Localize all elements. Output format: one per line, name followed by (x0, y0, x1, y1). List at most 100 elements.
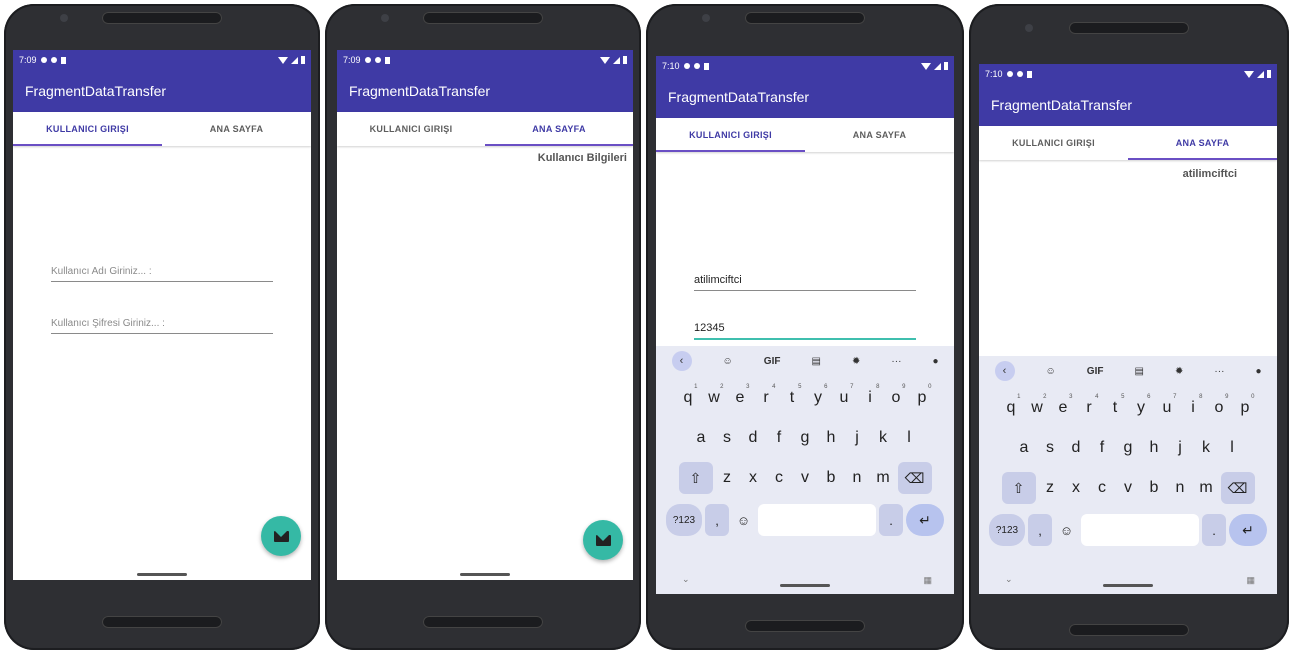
key-n[interactable]: n (846, 462, 869, 494)
shift-icon[interactable]: ⇧ (678, 462, 713, 494)
key-c[interactable]: c (768, 462, 791, 494)
key-r[interactable]: r4 (755, 382, 778, 414)
sticker-icon[interactable]: ☺ (1046, 366, 1056, 377)
key-s[interactable]: s (1039, 432, 1062, 464)
key-d[interactable]: d (742, 422, 765, 454)
tab-home[interactable]: ANA SAYFA (485, 112, 633, 146)
send-fab[interactable] (261, 516, 301, 556)
gif-button[interactable]: GIF (764, 356, 781, 367)
space-key[interactable] (758, 504, 876, 536)
more-button[interactable]: ··· (891, 356, 901, 367)
gif-button[interactable]: GIF (1087, 366, 1104, 377)
tab-home[interactable]: ANA SAYFA (805, 118, 954, 152)
more-button[interactable]: ··· (1214, 366, 1224, 377)
key-t[interactable]: t5 (1104, 392, 1127, 424)
key-o[interactable]: o9 (885, 382, 908, 414)
tab-home[interactable]: ANA SAYFA (1128, 126, 1277, 160)
chevron-down-icon[interactable]: ⌄ (682, 574, 690, 585)
key-e[interactable]: e3 (1052, 392, 1075, 424)
username-field[interactable]: atilimciftci (694, 274, 916, 291)
tab-home[interactable]: ANA SAYFA (162, 112, 311, 146)
symbols-key[interactable]: ?123 (989, 514, 1025, 546)
clipboard-icon[interactable]: ▤ (1135, 366, 1144, 377)
key-l[interactable]: l (1221, 432, 1244, 464)
emoji-icon[interactable]: ☺ (732, 504, 755, 536)
chevron-left-icon[interactable]: ‹ (671, 351, 692, 371)
password-field[interactable]: 12345 (694, 322, 916, 340)
backspace-icon[interactable]: ⌫ (897, 462, 932, 494)
tab-login[interactable]: KULLANICI GIRIŞI (337, 112, 485, 146)
key-w[interactable]: w2 (703, 382, 726, 414)
key-v[interactable]: v (1117, 472, 1140, 504)
tab-login[interactable]: KULLANICI GIRIŞI (656, 118, 805, 152)
key-c[interactable]: c (1091, 472, 1114, 504)
clipboard-icon[interactable]: ▤ (812, 356, 821, 367)
key-m[interactable]: m (872, 462, 895, 494)
send-fab[interactable] (583, 520, 623, 560)
enter-icon[interactable]: ↵ (1229, 514, 1267, 546)
space-key[interactable] (1081, 514, 1199, 546)
key-w[interactable]: w2 (1026, 392, 1049, 424)
key-z[interactable]: z (716, 462, 739, 494)
key-g[interactable]: g (794, 422, 817, 454)
mic-icon[interactable]: ● (1255, 366, 1261, 377)
key-u[interactable]: u7 (1156, 392, 1179, 424)
key-m[interactable]: m (1195, 472, 1218, 504)
comma-key[interactable]: , (1028, 514, 1052, 546)
tab-login[interactable]: KULLANICI GIRIŞI (13, 112, 162, 146)
period-key[interactable]: . (1202, 514, 1226, 546)
key-f[interactable]: f (768, 422, 791, 454)
backspace-icon[interactable]: ⌫ (1220, 472, 1255, 504)
keyboard-switch-icon[interactable]: ▦ (1246, 575, 1255, 586)
key-k[interactable]: k (872, 422, 895, 454)
key-x[interactable]: x (1065, 472, 1088, 504)
key-p[interactable]: p0 (1234, 392, 1257, 424)
key-z[interactable]: z (1039, 472, 1062, 504)
key-p[interactable]: p0 (911, 382, 934, 414)
key-d[interactable]: d (1065, 432, 1088, 464)
key-b[interactable]: b (820, 462, 843, 494)
key-q[interactable]: q1 (1000, 392, 1023, 424)
key-j[interactable]: j (846, 422, 869, 454)
key-e[interactable]: e3 (729, 382, 752, 414)
key-o[interactable]: o9 (1208, 392, 1231, 424)
home-indicator[interactable] (460, 573, 510, 576)
chevron-left-icon[interactable]: ‹ (994, 361, 1015, 381)
gear-icon[interactable]: ✹ (1175, 366, 1183, 377)
key-s[interactable]: s (716, 422, 739, 454)
key-h[interactable]: h (820, 422, 843, 454)
key-y[interactable]: y6 (807, 382, 830, 414)
tab-login[interactable]: KULLANICI GIRIŞI (979, 126, 1128, 160)
key-t[interactable]: t5 (781, 382, 804, 414)
comma-key[interactable]: , (705, 504, 729, 536)
gear-icon[interactable]: ✹ (852, 356, 860, 367)
key-a[interactable]: a (690, 422, 713, 454)
key-b[interactable]: b (1143, 472, 1166, 504)
home-indicator[interactable] (780, 584, 830, 587)
key-h[interactable]: h (1143, 432, 1166, 464)
key-n[interactable]: n (1169, 472, 1192, 504)
key-u[interactable]: u7 (833, 382, 856, 414)
sticker-icon[interactable]: ☺ (723, 356, 733, 367)
key-i[interactable]: i8 (1182, 392, 1205, 424)
enter-icon[interactable]: ↵ (906, 504, 944, 536)
username-field[interactable]: Kullanıcı Adı Giriniz... : (51, 266, 273, 282)
keyboard-switch-icon[interactable]: ▦ (923, 575, 932, 586)
chevron-down-icon[interactable]: ⌄ (1005, 574, 1013, 585)
key-j[interactable]: j (1169, 432, 1192, 464)
key-a[interactable]: a (1013, 432, 1036, 464)
key-g[interactable]: g (1117, 432, 1140, 464)
period-key[interactable]: . (879, 504, 903, 536)
key-y[interactable]: y6 (1130, 392, 1153, 424)
shift-icon[interactable]: ⇧ (1001, 472, 1036, 504)
key-l[interactable]: l (898, 422, 921, 454)
key-k[interactable]: k (1195, 432, 1218, 464)
key-x[interactable]: x (742, 462, 765, 494)
key-i[interactable]: i8 (859, 382, 882, 414)
key-q[interactable]: q1 (677, 382, 700, 414)
key-v[interactable]: v (794, 462, 817, 494)
home-indicator[interactable] (137, 573, 187, 576)
key-f[interactable]: f (1091, 432, 1114, 464)
mic-icon[interactable]: ● (932, 356, 938, 367)
password-field[interactable]: Kullanıcı Şifresi Giriniz... : (51, 318, 273, 334)
